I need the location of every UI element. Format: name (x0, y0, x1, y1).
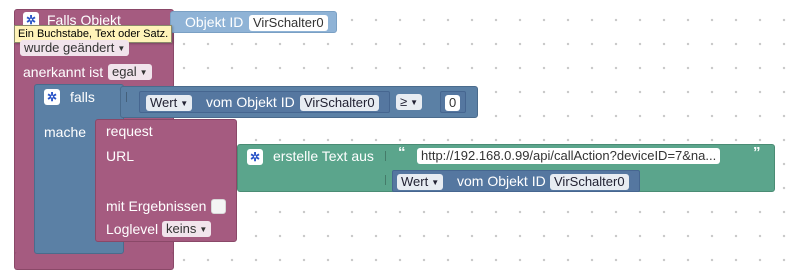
dropdown-arrow-icon: ▼ (199, 225, 208, 234)
dropdown-arrow-icon: ▼ (139, 68, 148, 77)
loglevel-dropdown[interactable]: keins ▼ (162, 221, 212, 237)
value-dropdown[interactable]: Wert ▼ (146, 95, 193, 111)
text-field[interactable]: http://192.168.0.99/api/callAction?devic… (417, 148, 721, 164)
dropdown-arrow-icon: ▼ (180, 99, 189, 108)
object-id-label: Objekt ID (185, 14, 244, 30)
object-id-field[interactable]: VirSchalter0 (550, 174, 629, 190)
trigger-bottom-cap (14, 252, 174, 270)
event-dropdown[interactable]: wurde geändert ▼ (20, 40, 130, 56)
if-label: falls (70, 89, 95, 105)
from-object-label: vom Objekt ID (206, 94, 295, 110)
object-id-block[interactable]: Objekt ID VirSchalter0 (170, 11, 337, 33)
request-title: request (106, 123, 153, 139)
dropdown-arrow-icon: ▼ (431, 178, 440, 187)
dropdown-arrow-icon: ▼ (410, 98, 419, 107)
dropdown-arrow-icon: ▼ (117, 44, 126, 53)
input-notch (126, 92, 131, 102)
gear-icon[interactable]: ✲ (44, 89, 60, 105)
open-quote-icon: “ (398, 144, 406, 161)
input-notch (385, 175, 390, 185)
object-id-field[interactable]: VirSchalter0 (300, 95, 379, 111)
do-label: mache (44, 124, 87, 140)
object-value-block[interactable]: Wert ▼ vom Objekt ID VirSchalter0 (139, 91, 390, 113)
from-object-label: vom Objekt ID (457, 173, 546, 189)
input-notch (385, 151, 390, 161)
with-results-checkbox[interactable] (211, 199, 226, 214)
ack-dropdown[interactable]: egal ▼ (108, 64, 152, 80)
object-value-block-2[interactable]: Wert ▼ vom Objekt ID VirSchalter0 (392, 170, 640, 192)
ack-label: anerkannt ist (23, 64, 104, 80)
close-quote-icon: ” (753, 144, 761, 161)
number-block[interactable]: 0 (440, 91, 466, 113)
object-id-field[interactable]: VirSchalter0 (249, 15, 328, 31)
create-text-label: erstelle Text aus (273, 148, 374, 164)
with-results-label: mit Ergebnissen (106, 198, 207, 214)
url-label: URL (106, 148, 135, 164)
gear-icon[interactable]: ✲ (247, 149, 263, 165)
loglevel-label: Loglevel (106, 221, 159, 237)
value-dropdown[interactable]: Wert ▼ (397, 174, 444, 190)
number-field[interactable]: 0 (445, 95, 461, 111)
operator-dropdown[interactable]: ≥ ▼ (396, 94, 423, 110)
